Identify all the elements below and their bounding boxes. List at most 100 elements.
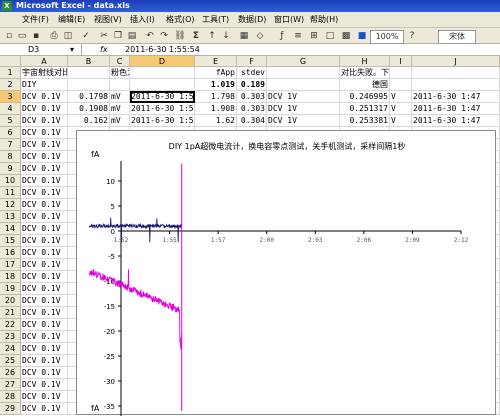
- autosum-icon[interactable]: Σ: [190, 30, 202, 42]
- menu-view[interactable]: 视图(V): [94, 12, 122, 28]
- cell-a15[interactable]: DCV 0.1V: [21, 235, 68, 247]
- cell-b1[interactable]: [68, 67, 110, 79]
- cell-g3[interactable]: DCV 1V: [267, 91, 340, 103]
- merge-icon[interactable]: ⊞: [308, 30, 320, 42]
- col-header-d[interactable]: D: [130, 56, 195, 67]
- cell-g1[interactable]: [267, 67, 340, 79]
- row-header[interactable]: 17: [0, 259, 21, 271]
- cell-b5[interactable]: 0.162: [68, 115, 110, 127]
- row-header[interactable]: 28: [0, 391, 21, 403]
- col-header-g[interactable]: G: [267, 56, 340, 67]
- cell-a20[interactable]: DCV 0.1V: [21, 295, 68, 307]
- col-header-j[interactable]: J: [412, 56, 500, 67]
- redo-icon[interactable]: ↷: [158, 30, 170, 42]
- menu-file[interactable]: 文件(F): [22, 12, 49, 28]
- row-header[interactable]: 16: [0, 247, 21, 259]
- help-icon[interactable]: ?: [406, 30, 418, 42]
- cell-j3[interactable]: 2011-6-30 1:47: [412, 91, 500, 103]
- bold-icon[interactable]: ■: [356, 30, 368, 42]
- col-header-f[interactable]: F: [237, 56, 267, 67]
- col-header-b[interactable]: B: [68, 56, 110, 67]
- col-header-c[interactable]: C: [110, 56, 130, 67]
- chart-wizard-icon[interactable]: ▦: [238, 30, 250, 42]
- cell-f3[interactable]: 0.303: [237, 91, 267, 103]
- selected-cell[interactable]: [130, 91, 195, 103]
- zoom-select[interactable]: 100%: [370, 30, 404, 44]
- cell-a3[interactable]: DCV 0.1V: [21, 91, 68, 103]
- print-icon[interactable]: ⎙: [48, 30, 60, 42]
- row-header[interactable]: 4: [0, 103, 21, 115]
- cell-j1[interactable]: [412, 67, 500, 79]
- formula-input[interactable]: 2011-6-30 1:55:54: [125, 44, 200, 56]
- cell-f5[interactable]: 0.304: [237, 115, 267, 127]
- row-header[interactable]: 12: [0, 199, 21, 211]
- cell-a12[interactable]: DCV 0.1V: [21, 199, 68, 211]
- row-header[interactable]: 27: [0, 379, 21, 391]
- row-header[interactable]: 26: [0, 367, 21, 379]
- cell-c5[interactable]: mV: [110, 115, 130, 127]
- cell-c3[interactable]: mV: [110, 91, 130, 103]
- cell-j2[interactable]: [412, 79, 500, 91]
- col-header-i[interactable]: I: [390, 56, 412, 67]
- row-header[interactable]: 9: [0, 163, 21, 175]
- cell-g4[interactable]: DCV 1V: [267, 103, 340, 115]
- cell-a26[interactable]: DCV 0.1V: [21, 367, 68, 379]
- cell-i5[interactable]: V: [390, 115, 412, 127]
- cell-a16[interactable]: DCV 0.1V: [21, 247, 68, 259]
- cell-a11[interactable]: DCV 0.1V: [21, 187, 68, 199]
- hyperlink-icon[interactable]: ⛓: [174, 30, 186, 42]
- cell-b4[interactable]: 0.1908: [68, 103, 110, 115]
- menu-edit[interactable]: 编辑(E): [58, 12, 85, 28]
- row-header[interactable]: 6: [0, 127, 21, 139]
- row-header[interactable]: 19: [0, 283, 21, 295]
- col-header-a[interactable]: A: [21, 56, 68, 67]
- sort-desc-icon[interactable]: ↓: [220, 30, 232, 42]
- cell-a24[interactable]: DCV 0.1V: [21, 343, 68, 355]
- cell-d1[interactable]: [130, 67, 195, 79]
- sort-asc-icon[interactable]: ↑: [206, 30, 218, 42]
- col-header-e[interactable]: E: [195, 56, 237, 67]
- row-header[interactable]: 20: [0, 295, 21, 307]
- align-icon[interactable]: ≡: [292, 30, 304, 42]
- cell-a21[interactable]: DCV 0.1V: [21, 307, 68, 319]
- menu-window[interactable]: 窗口(W): [274, 12, 304, 28]
- row-header[interactable]: 22: [0, 319, 21, 331]
- menu-format[interactable]: 格式(O): [166, 12, 195, 28]
- cell-a10[interactable]: DCV 0.1V: [21, 175, 68, 187]
- cell-h5[interactable]: 0.253381: [340, 115, 390, 127]
- cell-a1[interactable]: 宇宙射线对比: [21, 67, 68, 79]
- cell-d4[interactable]: 2011-6-30 1:55: [130, 103, 195, 115]
- cell-a14[interactable]: DCV 0.1V: [21, 223, 68, 235]
- border-icon[interactable]: □: [324, 30, 336, 42]
- cell-a17[interactable]: DCV 0.1V: [21, 259, 68, 271]
- cell-j5[interactable]: 2011-6-30 1:47: [412, 115, 500, 127]
- cell-a25[interactable]: DCV 0.1V: [21, 355, 68, 367]
- cell-i4[interactable]: V: [390, 103, 412, 115]
- row-header[interactable]: 1: [0, 67, 21, 79]
- preview-icon[interactable]: ◫: [62, 30, 74, 42]
- cell-d5[interactable]: 2011-6-30 1:55: [130, 115, 195, 127]
- cell-a2[interactable]: DIY: [21, 79, 68, 91]
- row-header[interactable]: 13: [0, 211, 21, 223]
- col-header-h[interactable]: H: [340, 56, 390, 67]
- cell-i2[interactable]: [390, 79, 412, 91]
- cell-a8[interactable]: DCV 0.1V: [21, 151, 68, 163]
- paste-icon[interactable]: ▤: [126, 30, 138, 42]
- menu-tools[interactable]: 工具(T): [202, 12, 229, 28]
- cell-h2[interactable]: 德国: [340, 79, 390, 91]
- cell-a5[interactable]: DCV 0.1V: [21, 115, 68, 127]
- row-header[interactable]: 5: [0, 115, 21, 127]
- cell-h3[interactable]: 0.246995: [340, 91, 390, 103]
- select-all-corner[interactable]: [0, 56, 21, 67]
- cell-e2[interactable]: 1.019: [195, 79, 237, 91]
- spelling-icon[interactable]: ✓: [80, 30, 92, 42]
- cell-g2[interactable]: [267, 79, 340, 91]
- row-header[interactable]: 25: [0, 355, 21, 367]
- cell-a18[interactable]: DCV 0.1V: [21, 271, 68, 283]
- chevron-down-icon[interactable]: ▾: [70, 44, 74, 56]
- cell-a27[interactable]: DCV 0.1V: [21, 379, 68, 391]
- row-header[interactable]: 21: [0, 307, 21, 319]
- cell-i3[interactable]: V: [390, 91, 412, 103]
- open-icon[interactable]: ▭: [16, 30, 28, 42]
- row-header[interactable]: 8: [0, 151, 21, 163]
